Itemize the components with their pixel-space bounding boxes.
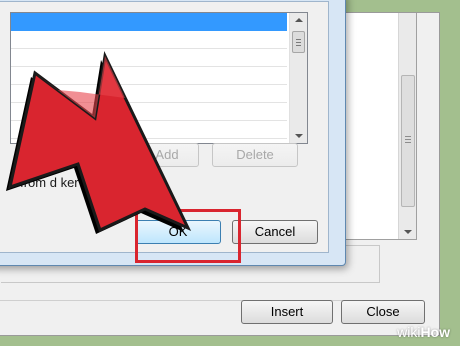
pointing-arrow-icon [6,51,192,234]
watermark-how: How [420,324,450,340]
wikihow-watermark: wikiHow [397,324,450,340]
screenshot-stage: Insert Close Add Delete s from d ker OK … [0,0,460,346]
watermark-wiki: wiki [397,324,421,340]
